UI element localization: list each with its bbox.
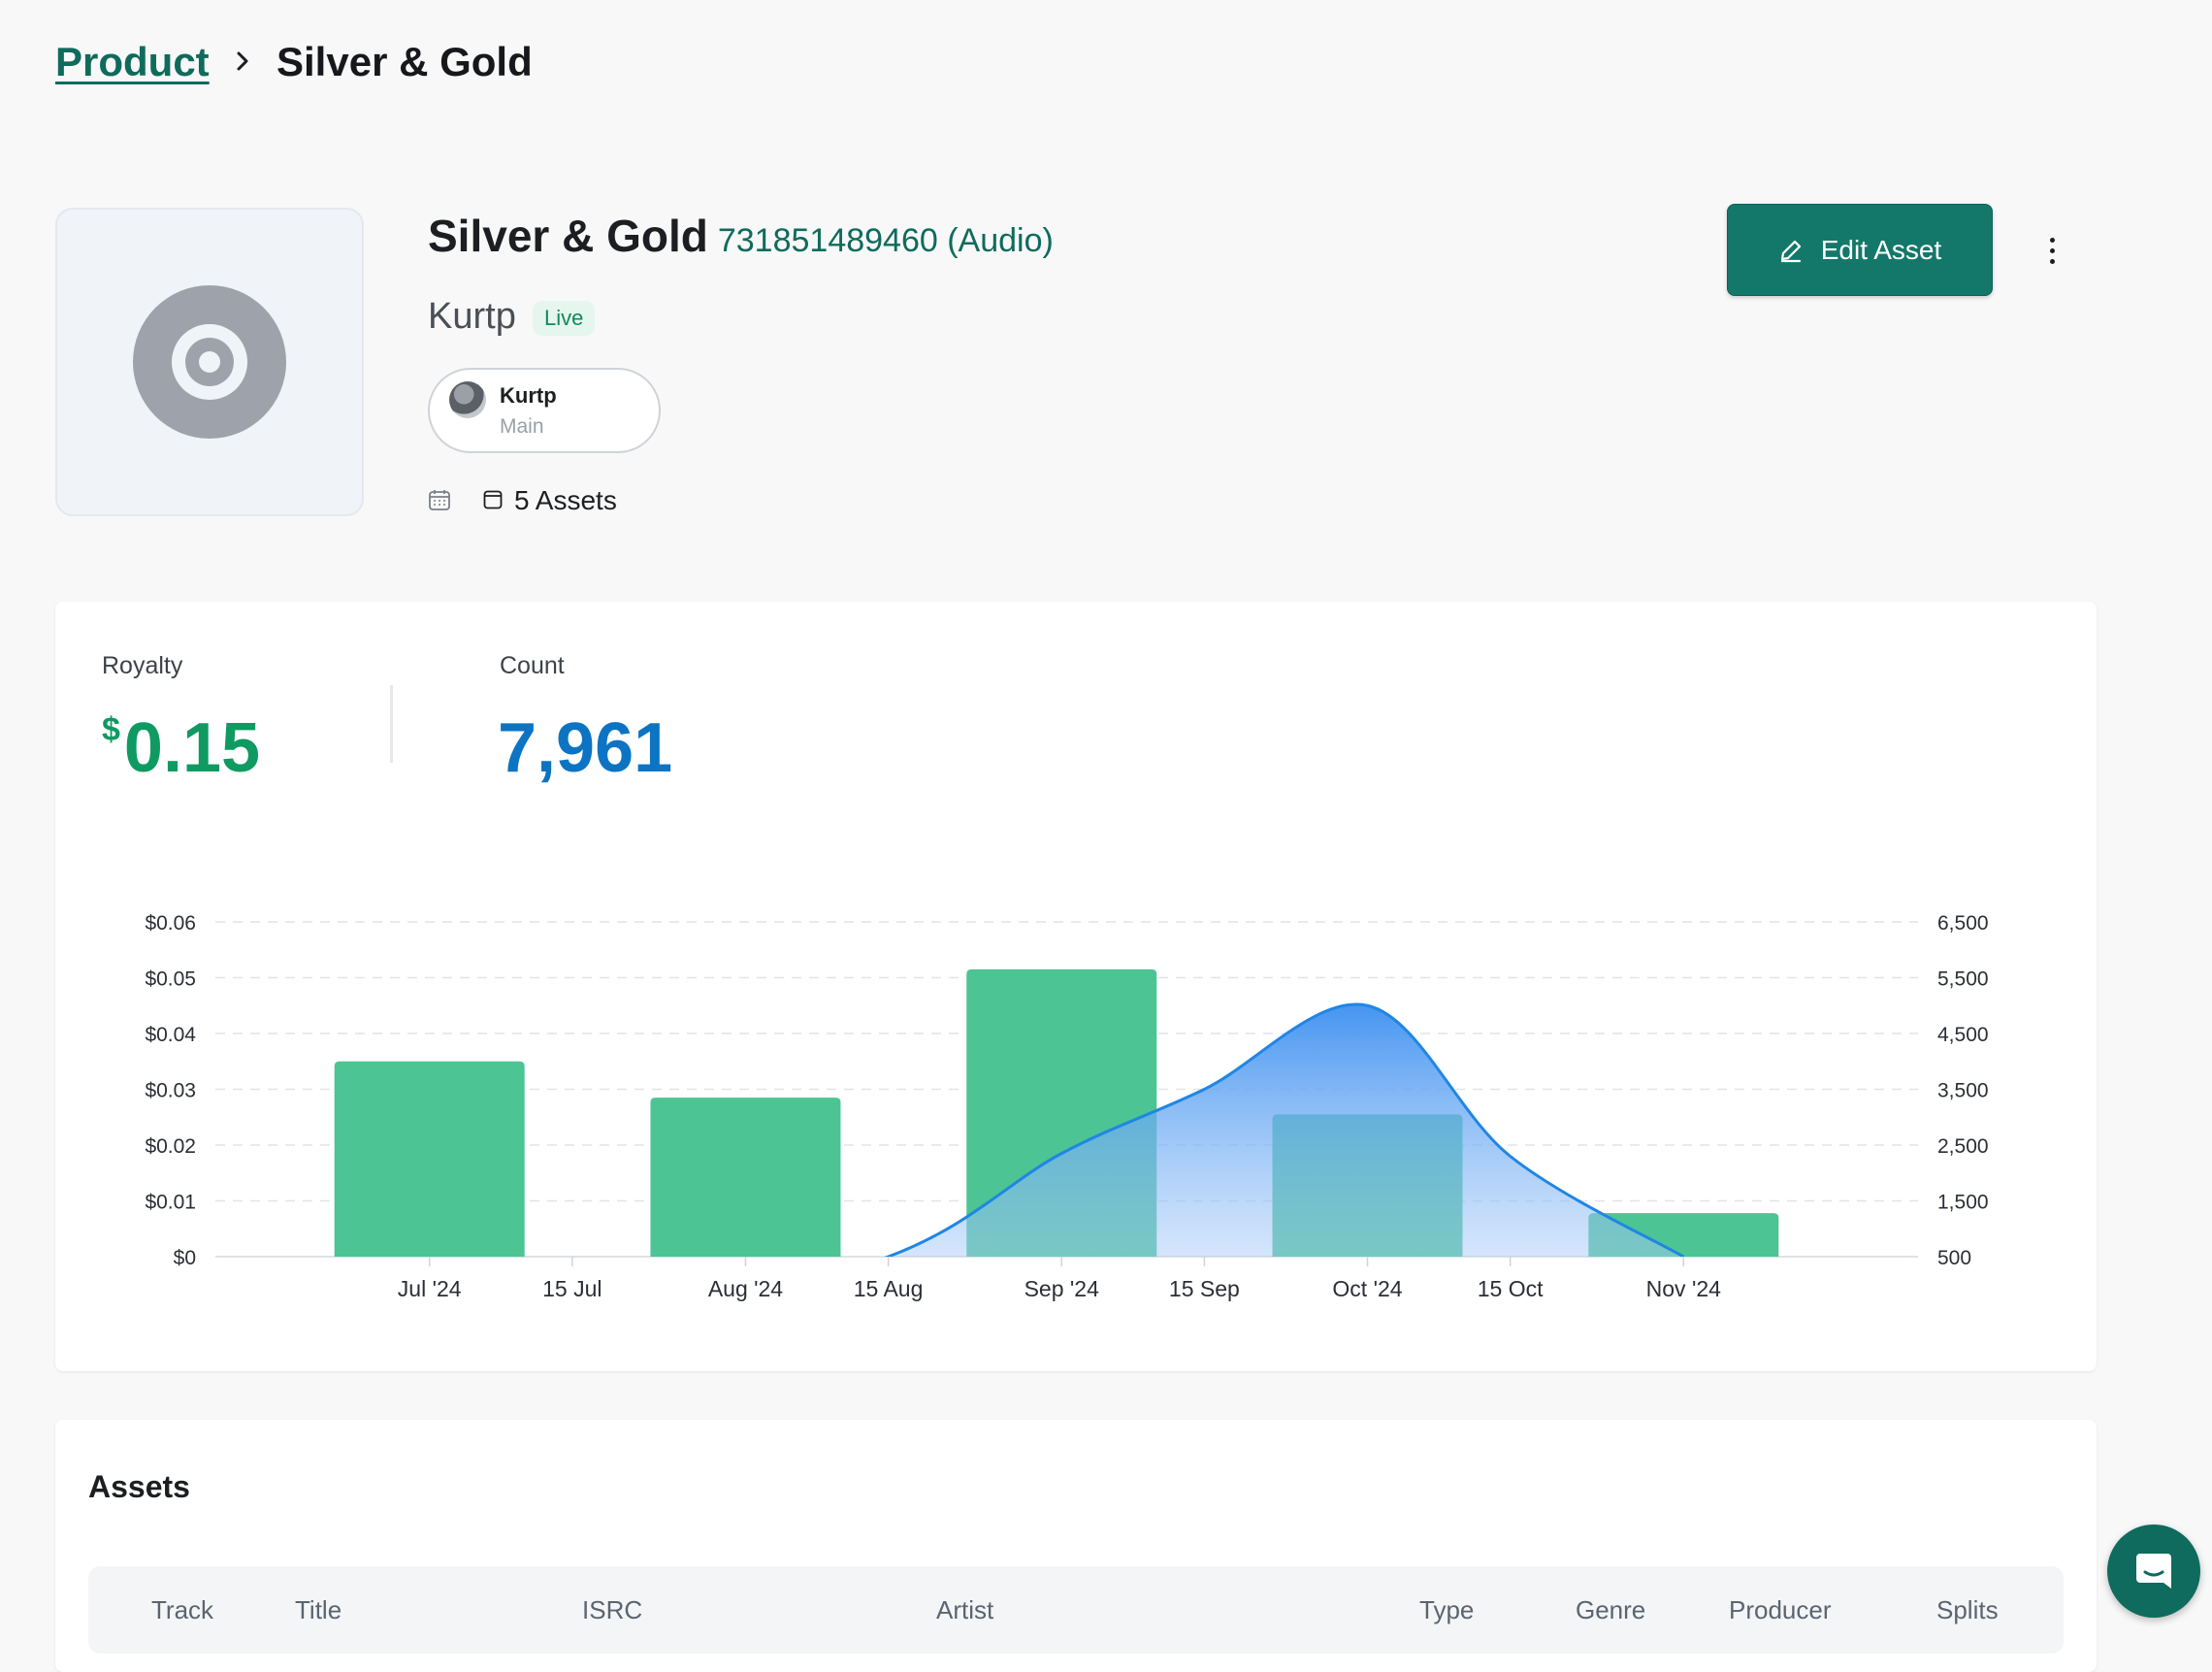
y-right-tick-label: 2,500	[1937, 1135, 1989, 1158]
x-tick-label: Jul '24	[398, 1276, 462, 1301]
column-header-artist: Artist	[936, 1595, 994, 1624]
asset-title: Silver & Gold 731851489460 (Audio)	[428, 210, 1054, 262]
y-left-tick-label: $0.05	[145, 968, 196, 991]
column-header-isrc: ISRC	[582, 1595, 643, 1624]
column-header-title: Title	[295, 1595, 342, 1624]
breadcrumb-product-link[interactable]: Product	[55, 39, 210, 85]
breadcrumb-current: Silver & Gold	[276, 39, 533, 84]
avatar	[449, 381, 486, 418]
assets-icon	[483, 490, 503, 509]
x-tick-label: Nov '24	[1646, 1276, 1721, 1301]
y-right-tick-label: 1,500	[1937, 1192, 1989, 1214]
y-right-tick-label: 500	[1937, 1247, 1971, 1269]
y-left-tick-label: $0.06	[145, 912, 196, 934]
disc-icon	[133, 285, 286, 439]
artist-chip[interactable]: Kurtp Main	[428, 368, 661, 453]
y-right-tick-label: 6,500	[1937, 912, 1989, 934]
cover-art-placeholder	[55, 208, 364, 516]
x-tick-label: 15 Jul	[542, 1276, 602, 1301]
calendar-icon	[429, 490, 450, 510]
assets-table-header: Track Title ISRC Artist Type Genre Producer Spl…	[88, 1566, 2064, 1654]
column-header-producer: Producer	[1729, 1595, 1832, 1624]
y-right-tick-label: 4,500	[1937, 1024, 1989, 1046]
edit-asset-label: Edit Asset	[1820, 234, 1942, 265]
chat-support-button[interactable]	[2107, 1524, 2200, 1618]
column-header-splits: Splits	[1936, 1595, 1999, 1624]
artist-chip-name: Kurtp	[500, 383, 557, 408]
artist-chip-role: Main	[500, 415, 544, 438]
x-tick-label: Oct '24	[1332, 1276, 1402, 1301]
x-tick-label: 15 Aug	[854, 1276, 924, 1301]
x-tick-label: Aug '24	[708, 1276, 783, 1301]
bar	[334, 1061, 525, 1257]
chevron-right-icon	[237, 51, 248, 71]
y-left-tick-label: $0.03	[145, 1080, 196, 1102]
y-left-tick-label: $0.01	[145, 1192, 196, 1214]
x-tick-label: 15 Oct	[1478, 1276, 1544, 1301]
more-options-icon[interactable]	[2037, 229, 2066, 272]
status-badge: Live	[533, 301, 596, 336]
y-left-tick-label: $0.04	[145, 1024, 196, 1046]
asset-id: 731851489460 (Audio)	[717, 222, 1054, 259]
assets-count: 5 Assets	[514, 485, 617, 515]
column-header-type: Type	[1419, 1595, 1475, 1624]
artist-name: Kurtp	[428, 296, 516, 337]
edit-asset-button[interactable]: Edit Asset	[1727, 204, 1993, 296]
column-header-track: Track	[151, 1595, 214, 1624]
asset-title-text: Silver & Gold	[428, 211, 708, 261]
y-right-tick-label: 3,500	[1937, 1080, 1989, 1102]
x-tick-label: 15 Sep	[1169, 1276, 1240, 1301]
royalty-count-chart: $0 $0.01 $0.02 $0.03 $0.04 $0.05 $0.06 500 1,500…	[145, 912, 1989, 1301]
assets-heading: Assets	[88, 1469, 190, 1504]
column-header-genre: Genre	[1576, 1595, 1646, 1624]
chat-icon	[2136, 1554, 2171, 1589]
bar	[650, 1098, 841, 1257]
y-left-tick-label: $0	[174, 1247, 196, 1269]
x-tick-label: Sep '24	[1025, 1276, 1099, 1301]
y-left-tick-label: $0.02	[145, 1135, 196, 1158]
y-right-tick-label: 5,500	[1937, 968, 1989, 991]
pencil-icon	[1780, 240, 1801, 262]
